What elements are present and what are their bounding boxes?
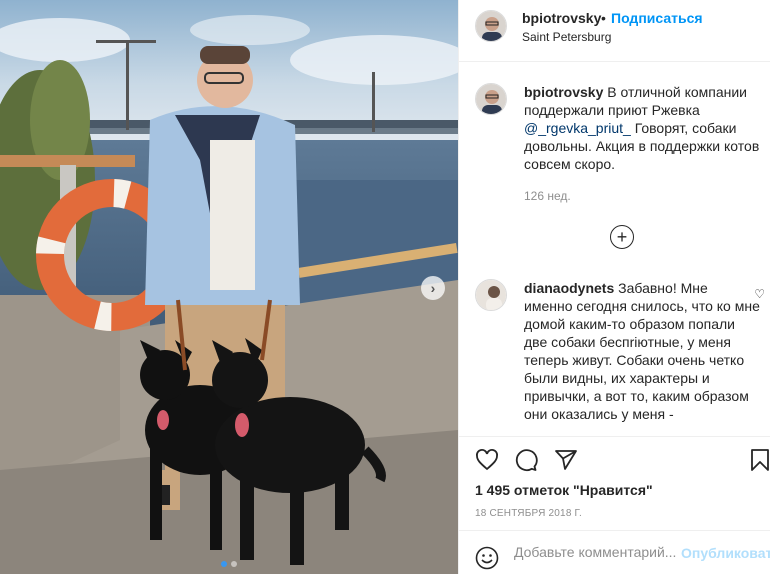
post-panel: bpiotrovsky • Подписаться Saint Petersbu… xyxy=(458,0,770,574)
caption-timestamp[interactable]: 126 нед. xyxy=(524,189,765,203)
comment-icon[interactable] xyxy=(514,448,538,477)
caption-avatar[interactable] xyxy=(475,83,507,115)
author-avatar[interactable] xyxy=(475,10,507,42)
likes-count[interactable]: 1 495 отметок "Нравится" xyxy=(475,482,653,498)
caption-mention-link[interactable]: @_rgevka_priut_ xyxy=(524,120,631,136)
comment-text: Забавно! Мне именно сегодня снилось, что… xyxy=(524,280,760,422)
publish-button[interactable]: Опубликовать xyxy=(681,545,770,561)
header-separator: • xyxy=(601,10,606,26)
post-actions: 1 495 отметок "Нравится" 18 СЕНТЯБРЯ 201… xyxy=(459,436,770,530)
post-date[interactable]: 18 СЕНТЯБРЯ 2018 Г. xyxy=(475,508,582,519)
plus-circle-icon: + xyxy=(616,227,628,247)
comment-username[interactable]: dianaodynets xyxy=(524,280,614,296)
follow-button[interactable]: Подписаться xyxy=(611,10,703,26)
heart-icon[interactable] xyxy=(475,448,499,477)
share-icon[interactable] xyxy=(554,448,578,477)
photo-image xyxy=(0,0,458,574)
load-more-comments-button[interactable]: + xyxy=(610,225,634,249)
commenter-avatar[interactable] xyxy=(475,279,507,311)
next-photo-button[interactable]: › xyxy=(421,276,445,300)
carousel-dot xyxy=(231,561,237,567)
comments-list[interactable]: bpiotrovsky В отличной компании поддержа… xyxy=(459,63,770,435)
comment-like-icon[interactable]: ♡ xyxy=(754,287,765,301)
author-username[interactable]: bpiotrovsky xyxy=(522,10,601,26)
carousel-indicator xyxy=(0,561,458,567)
emoji-icon[interactable] xyxy=(475,546,499,574)
caption-username[interactable]: bpiotrovsky xyxy=(524,84,603,100)
carousel-dot-active xyxy=(221,561,227,567)
post-location[interactable]: Saint Petersburg xyxy=(522,30,611,44)
post-header: bpiotrovsky • Подписаться Saint Petersbu… xyxy=(459,0,770,62)
post-caption: bpiotrovsky В отличной компании поддержа… xyxy=(475,83,765,203)
add-comment-bar: Опубликовать xyxy=(459,530,770,574)
comment-item: dianaodynets Забавно! Мне именно сегодня… xyxy=(475,279,765,423)
post-photo[interactable]: › xyxy=(0,0,458,574)
bookmark-icon[interactable] xyxy=(750,448,770,477)
comment-input[interactable] xyxy=(514,542,684,562)
